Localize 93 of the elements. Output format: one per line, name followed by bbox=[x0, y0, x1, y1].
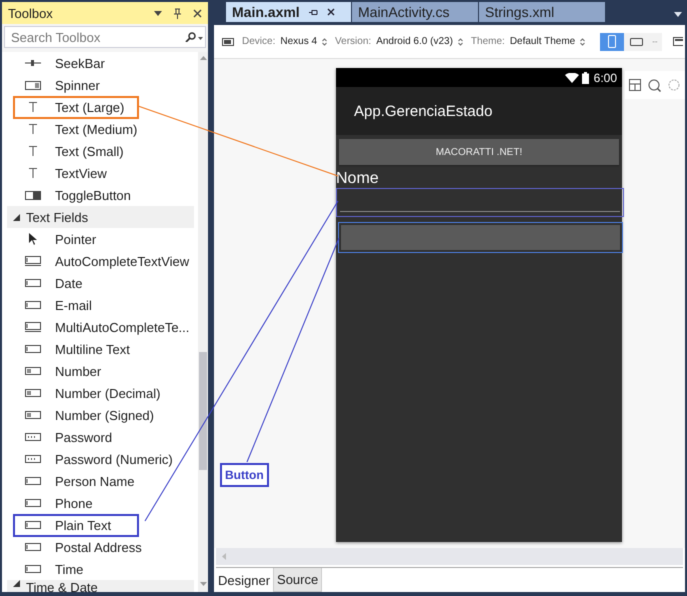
text-input[interactable] bbox=[336, 188, 624, 217]
toolbox-item[interactable]: MultiAutoCompleteTe... bbox=[55, 320, 190, 334]
close-icon[interactable] bbox=[326, 8, 335, 16]
number-field-icon bbox=[25, 389, 41, 397]
toolbox-item[interactable]: Date bbox=[55, 276, 82, 290]
layout-icon[interactable] bbox=[628, 79, 641, 91]
password-field-icon bbox=[25, 433, 41, 441]
toolbox-item[interactable]: Multiline Text bbox=[55, 342, 130, 356]
text-field-icon bbox=[25, 256, 41, 266]
toolbox-item[interactable]: Plain Text bbox=[55, 518, 112, 532]
toolbox-item[interactable]: AutoCompleteTextView bbox=[55, 254, 190, 268]
selected-button[interactable] bbox=[338, 222, 623, 253]
text-field-icon bbox=[25, 301, 41, 309]
field-label: Device: bbox=[242, 36, 276, 47]
toolbox-item[interactable]: Number (Signed) bbox=[55, 408, 154, 422]
more-label: -- bbox=[651, 37, 659, 46]
toggle-icon bbox=[25, 190, 41, 200]
toolbox-item[interactable]: Number bbox=[55, 364, 102, 378]
search-field[interactable]: Search Toolbox bbox=[4, 26, 206, 48]
text-field-icon bbox=[25, 345, 41, 353]
search-icon[interactable] bbox=[185, 32, 203, 42]
document-tab[interactable]: Main.axml bbox=[226, 2, 351, 22]
document-tab[interactable]: Strings.xml bbox=[479, 2, 605, 22]
app-button[interactable]: MACORATTI .NET! bbox=[339, 139, 619, 165]
category-label: Time & Date bbox=[26, 580, 98, 592]
document-tab[interactable]: MainActivity.cs bbox=[352, 2, 478, 22]
toolbox-item[interactable]: ToggleButton bbox=[55, 188, 131, 202]
dropdown[interactable]: Android 6.0 (v23) bbox=[376, 36, 463, 47]
updown-icon bbox=[322, 38, 328, 46]
toolbox-item[interactable]: Spinner bbox=[55, 78, 100, 92]
text-field-icon bbox=[25, 322, 41, 332]
text-field-icon bbox=[25, 565, 41, 573]
updown-icon bbox=[580, 38, 586, 46]
scrollbar-thumb[interactable] bbox=[199, 352, 207, 470]
screen-icon[interactable] bbox=[672, 37, 683, 46]
password-field-icon bbox=[25, 455, 41, 463]
field-label: Theme: bbox=[470, 36, 505, 47]
device-icon bbox=[222, 38, 234, 46]
phone-icon bbox=[608, 35, 616, 48]
pin-icon[interactable] bbox=[308, 8, 318, 16]
text-icon bbox=[29, 124, 37, 134]
toolbox-item[interactable]: Password (Numeric) bbox=[55, 452, 173, 466]
expand-icon[interactable] bbox=[13, 580, 20, 587]
toolbox-item[interactable]: TextView bbox=[55, 166, 107, 180]
battery-icon bbox=[582, 72, 589, 84]
category-header[interactable]: Time & Date bbox=[7, 580, 194, 592]
text-field-icon bbox=[25, 521, 41, 529]
number-field-icon bbox=[25, 411, 41, 419]
toolbox-item[interactable]: Text (Small) bbox=[55, 144, 124, 158]
toolbox-item[interactable]: Time bbox=[55, 562, 84, 576]
zoom-icon[interactable] bbox=[648, 78, 661, 92]
pointer-icon bbox=[29, 233, 37, 245]
close-icon[interactable] bbox=[193, 8, 202, 18]
dropdown[interactable]: Nexus 4 bbox=[280, 36, 328, 47]
toolbox-item[interactable]: Text (Medium) bbox=[55, 122, 138, 136]
category-label: Text Fields bbox=[26, 210, 88, 224]
text-field-icon bbox=[25, 279, 41, 287]
dropdown-icon[interactable] bbox=[674, 12, 682, 16]
updown-icon bbox=[458, 38, 463, 46]
toolbox-item[interactable]: Postal Address bbox=[55, 540, 142, 554]
dropdown[interactable]: Default Theme bbox=[510, 36, 586, 47]
dropdown-icon bbox=[25, 80, 41, 90]
dropdown-icon[interactable] bbox=[154, 10, 162, 16]
field-label: Version: bbox=[335, 36, 372, 47]
text-field-icon bbox=[25, 477, 41, 485]
toolbox-item[interactable]: Person Name bbox=[55, 474, 134, 488]
slider-icon bbox=[25, 59, 41, 67]
toolbox-item[interactable]: E-mail bbox=[55, 298, 92, 312]
panel-title: Toolbox bbox=[8, 6, 54, 20]
view-tab[interactable]: Source bbox=[273, 568, 322, 592]
annotation-label: Button bbox=[220, 463, 269, 487]
text-icon bbox=[29, 102, 37, 112]
expand-icon[interactable] bbox=[13, 214, 20, 220]
wifi-icon bbox=[564, 72, 579, 82]
app-title: App.GerenciaEstado bbox=[354, 102, 492, 120]
text-icon bbox=[29, 168, 37, 178]
toolbox-item[interactable]: Password bbox=[55, 430, 112, 444]
category-header[interactable]: Text Fields bbox=[7, 206, 194, 228]
text-icon bbox=[29, 146, 37, 156]
text-field-icon bbox=[25, 499, 41, 507]
clock: 6:00 bbox=[594, 70, 617, 84]
number-field-icon bbox=[25, 367, 41, 375]
pin-icon[interactable] bbox=[173, 8, 182, 18]
toolbox-item[interactable]: Phone bbox=[55, 496, 93, 510]
toolbox-item[interactable]: Text (Large) bbox=[55, 100, 124, 114]
toolbox-item[interactable]: Number (Decimal) bbox=[55, 386, 160, 400]
scrollbar[interactable] bbox=[216, 548, 683, 565]
landscape-icon bbox=[630, 38, 643, 46]
scrollbar[interactable] bbox=[198, 52, 208, 592]
toolbox-item[interactable]: Pointer bbox=[55, 232, 96, 246]
text-label: Nome bbox=[336, 170, 379, 188]
text-field-icon bbox=[25, 543, 41, 551]
toolbox-item[interactable]: SeekBar bbox=[55, 56, 105, 70]
